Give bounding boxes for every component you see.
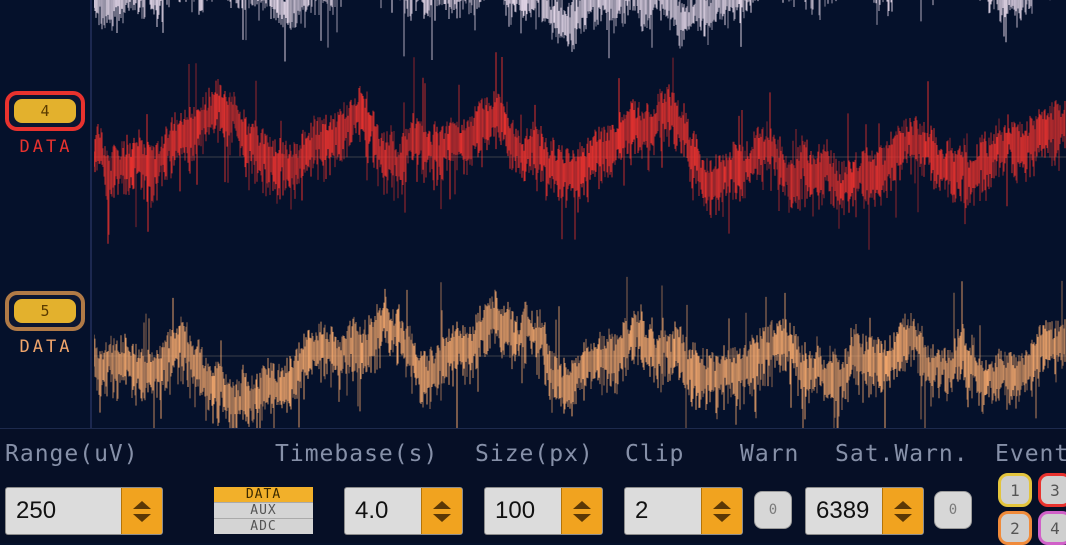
channel-4-source-label: DATA (19, 137, 73, 157)
trace-channel-5 (94, 276, 1066, 428)
warn-label: Warn (740, 441, 800, 467)
warn-reset-button[interactable]: 0 (754, 491, 792, 529)
timebase-stepper[interactable] (421, 488, 462, 534)
source-selector[interactable]: DATA AUX ADC (214, 487, 313, 534)
timebase-value[interactable]: 4.0 (345, 488, 421, 534)
channel-4-number: 4 (40, 102, 50, 120)
size-stepper[interactable] (561, 488, 602, 534)
decrement-arrow-icon[interactable] (713, 513, 731, 522)
event-button-3[interactable]: 3 (1038, 473, 1066, 507)
increment-arrow-icon[interactable] (573, 500, 591, 509)
event-button-4[interactable]: 4 (1038, 511, 1066, 545)
channel-label-panel: 4 DATA 5 DATA (0, 0, 92, 428)
range-spinner[interactable]: 250 (5, 487, 163, 535)
trace-canvas (94, 0, 1066, 428)
channel-5-pill: 5 (14, 299, 76, 323)
controls-bar: Range(uV) Timebase(s) Size(px) Clip Warn… (0, 428, 1066, 545)
timebase-spinner[interactable]: 4.0 (344, 487, 463, 535)
size-spinner[interactable]: 100 (484, 487, 603, 535)
decrement-arrow-icon[interactable] (573, 513, 591, 522)
channel-5-button[interactable]: 5 (5, 291, 85, 331)
waveform-display[interactable]: 4 DATA 5 DATA (0, 0, 1066, 428)
sat-warn-label: Sat.Warn. (835, 441, 969, 467)
channel-5-source-label: DATA (19, 337, 73, 357)
range-value[interactable]: 250 (6, 488, 121, 534)
sat-warn-value[interactable]: 6389 (806, 488, 882, 534)
source-option-data[interactable]: DATA (214, 487, 313, 502)
event-label: Event (995, 441, 1066, 467)
sat-warn-stepper[interactable] (882, 488, 923, 534)
increment-arrow-icon[interactable] (713, 500, 731, 509)
event-button-2[interactable]: 2 (998, 511, 1032, 545)
decrement-arrow-icon[interactable] (894, 513, 912, 522)
sat-warn-reset-button[interactable]: 0 (934, 491, 972, 529)
increment-arrow-icon[interactable] (894, 500, 912, 509)
sat-warn-spinner[interactable]: 6389 (805, 487, 924, 535)
channel-4-pill: 4 (14, 99, 76, 123)
decrement-arrow-icon[interactable] (133, 513, 151, 522)
source-option-aux[interactable]: AUX (214, 502, 313, 518)
size-value[interactable]: 100 (485, 488, 561, 534)
increment-arrow-icon[interactable] (133, 500, 151, 509)
size-label: Size(px) (475, 441, 594, 467)
decrement-arrow-icon[interactable] (433, 513, 451, 522)
clip-label: Clip (625, 441, 685, 467)
increment-arrow-icon[interactable] (433, 500, 451, 509)
clip-stepper[interactable] (701, 488, 742, 534)
channel-4-button[interactable]: 4 (5, 91, 85, 131)
source-option-adc[interactable]: ADC (214, 518, 313, 534)
event-button-1[interactable]: 1 (998, 473, 1032, 507)
trace-channel-4 (94, 52, 1066, 250)
timebase-label: Timebase(s) (275, 441, 439, 467)
clip-value[interactable]: 2 (625, 488, 701, 534)
trace-channel-3-partial (94, 0, 1051, 62)
range-label: Range(uV) (5, 441, 139, 467)
channel-5-number: 5 (40, 302, 50, 320)
range-stepper[interactable] (121, 488, 162, 534)
clip-spinner[interactable]: 2 (624, 487, 743, 535)
